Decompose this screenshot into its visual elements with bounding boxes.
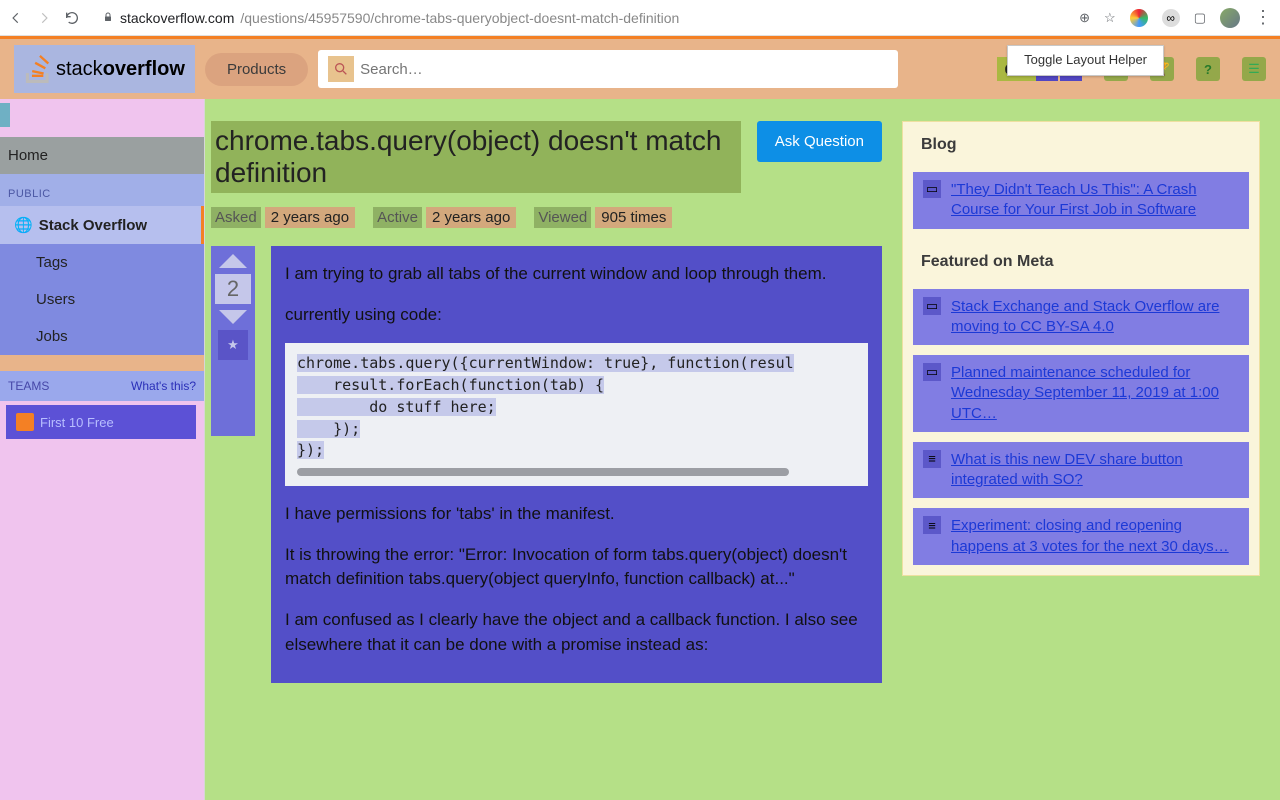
button-label: First 10 Free bbox=[40, 415, 114, 430]
active-label: Active bbox=[373, 207, 422, 228]
zoom-icon[interactable]: ⊕ bbox=[1079, 10, 1090, 26]
extension-icon[interactable]: ∞ bbox=[1162, 9, 1180, 27]
downvote-button[interactable] bbox=[219, 310, 247, 324]
teams-label: TEAMS bbox=[8, 379, 49, 393]
profile-avatar[interactable] bbox=[1220, 8, 1240, 28]
upvote-button[interactable] bbox=[219, 254, 247, 268]
browser-toolbar: stackoverflow.com/questions/45957590/chr… bbox=[0, 0, 1280, 36]
main-content: chrome.tabs.query(object) doesn't match … bbox=[205, 99, 1280, 800]
stackoverflow-icon bbox=[24, 55, 52, 83]
site-switcher-icon[interactable]: ☰ bbox=[1242, 57, 1266, 81]
post-paragraph: currently using code: bbox=[285, 303, 868, 328]
sidebar-heading: Featured on Meta bbox=[903, 239, 1259, 285]
link-text: Planned maintenance scheduled for Wednes… bbox=[951, 363, 1239, 424]
lock-icon bbox=[102, 10, 114, 26]
favorite-button[interactable]: ★ bbox=[218, 330, 248, 360]
divider bbox=[0, 355, 204, 371]
extension-icon[interactable] bbox=[1130, 9, 1148, 27]
question-title: chrome.tabs.query(object) doesn't match … bbox=[211, 121, 741, 193]
question-stats: Asked2 years ago Active2 years ago Viewe… bbox=[211, 207, 882, 228]
code-block[interactable]: chrome.tabs.query({currentWindow: true},… bbox=[285, 343, 868, 486]
right-sidebar: Blog ▭ "They Didn't Teach Us This": A Cr… bbox=[882, 121, 1260, 800]
post-paragraph: I am confused as I clearly have the obje… bbox=[285, 608, 868, 657]
url-host: stackoverflow.com bbox=[120, 10, 234, 26]
extension-tooltip: Toggle Layout Helper bbox=[1007, 45, 1164, 76]
viewed-value: 905 times bbox=[595, 207, 672, 228]
search-input[interactable] bbox=[360, 61, 888, 78]
help-icon[interactable]: ? bbox=[1196, 57, 1220, 81]
sidebar-link[interactable]: ▭ Planned maintenance scheduled for Wedn… bbox=[913, 355, 1249, 432]
link-text: "They Didn't Teach Us This": A Crash Cou… bbox=[951, 180, 1239, 221]
overlay-marker bbox=[0, 103, 10, 127]
reload-button[interactable] bbox=[64, 10, 80, 26]
bookmark-star-icon[interactable]: ☆ bbox=[1104, 10, 1116, 26]
link-text: Stack Exchange and Stack Overflow are mo… bbox=[951, 297, 1239, 338]
post-paragraph: It is throwing the error: "Error: Invoca… bbox=[285, 543, 868, 592]
viewed-label: Viewed bbox=[534, 207, 591, 228]
sidebar-heading: Blog bbox=[903, 122, 1259, 168]
briefcase-icon bbox=[16, 413, 34, 431]
forward-button[interactable] bbox=[36, 10, 52, 26]
back-button[interactable] bbox=[8, 10, 24, 26]
active-value: 2 years ago bbox=[426, 207, 516, 228]
code-text: chrome.tabs.query({currentWindow: true},… bbox=[297, 354, 794, 459]
question-body: I am trying to grab all tabs of the curr… bbox=[271, 246, 882, 683]
ask-question-button[interactable]: Ask Question bbox=[757, 121, 882, 162]
tooltip-text: Toggle Layout Helper bbox=[1024, 52, 1147, 69]
products-menu[interactable]: Products bbox=[205, 53, 308, 86]
link-text: Experiment: closing and reopening happen… bbox=[951, 516, 1239, 557]
teams-first-10-button[interactable]: First 10 Free bbox=[6, 405, 196, 439]
nav-section-public: PUBLIC bbox=[0, 174, 204, 206]
speech-icon: ▭ bbox=[923, 363, 941, 381]
site-logo[interactable]: stackoverflow bbox=[14, 45, 195, 93]
cast-icon[interactable]: ▢ bbox=[1194, 10, 1206, 26]
asked-value: 2 years ago bbox=[265, 207, 355, 228]
speech-icon: ▭ bbox=[923, 180, 941, 198]
meta-icon: ≡ bbox=[923, 516, 941, 534]
globe-icon: 🌐 bbox=[14, 216, 33, 234]
horizontal-scrollbar[interactable] bbox=[297, 468, 789, 476]
nav-section-teams: TEAMS What's this? bbox=[0, 371, 204, 401]
sidebar-link[interactable]: ▭ "They Didn't Teach Us This": A Crash C… bbox=[913, 172, 1249, 229]
link-text: What is this new DEV share button integr… bbox=[951, 450, 1239, 491]
nav-home[interactable]: Home bbox=[0, 137, 204, 174]
site-logo-text: stackoverflow bbox=[56, 58, 185, 81]
extension-icons: ⊕ ☆ ∞ ▢ ⋮ bbox=[1079, 7, 1272, 28]
search-box[interactable] bbox=[318, 50, 898, 88]
asked-label: Asked bbox=[211, 207, 261, 228]
url-path: /questions/45957590/chrome-tabs-queryobj… bbox=[240, 10, 679, 26]
site-topbar: stackoverflow Products 676 ● 3 ● 13 ✉ 🏆 … bbox=[0, 39, 1280, 99]
kebab-menu-icon[interactable]: ⋮ bbox=[1254, 7, 1272, 28]
sidebar-card-blog: Blog ▭ "They Didn't Teach Us This": A Cr… bbox=[902, 121, 1260, 576]
nav-users[interactable]: Users bbox=[0, 281, 204, 318]
nav-label: Stack Overflow bbox=[39, 217, 147, 234]
whats-this-link[interactable]: What's this? bbox=[131, 379, 196, 393]
nav-jobs[interactable]: Jobs bbox=[0, 318, 204, 355]
sidebar-link[interactable]: ≡ What is this new DEV share button inte… bbox=[913, 442, 1249, 499]
post-paragraph: I have permissions for 'tabs' in the man… bbox=[285, 502, 868, 527]
nav-tags[interactable]: Tags bbox=[0, 244, 204, 281]
meta-icon: ≡ bbox=[923, 450, 941, 468]
sidebar-link[interactable]: ≡ Experiment: closing and reopening happ… bbox=[913, 508, 1249, 565]
address-bar[interactable]: stackoverflow.com/questions/45957590/chr… bbox=[92, 6, 1067, 30]
left-sidebar: Home PUBLIC 🌐 Stack Overflow Tags Users … bbox=[0, 99, 205, 800]
page-body: Home PUBLIC 🌐 Stack Overflow Tags Users … bbox=[0, 99, 1280, 800]
nav-stack-overflow[interactable]: 🌐 Stack Overflow bbox=[0, 206, 204, 244]
search-icon bbox=[328, 56, 354, 82]
speech-icon: ▭ bbox=[923, 297, 941, 315]
vote-count: 2 bbox=[215, 274, 251, 304]
vote-column: 2 ★ bbox=[211, 246, 255, 436]
post-paragraph: I am trying to grab all tabs of the curr… bbox=[285, 262, 868, 287]
sidebar-link[interactable]: ▭ Stack Exchange and Stack Overflow are … bbox=[913, 289, 1249, 346]
